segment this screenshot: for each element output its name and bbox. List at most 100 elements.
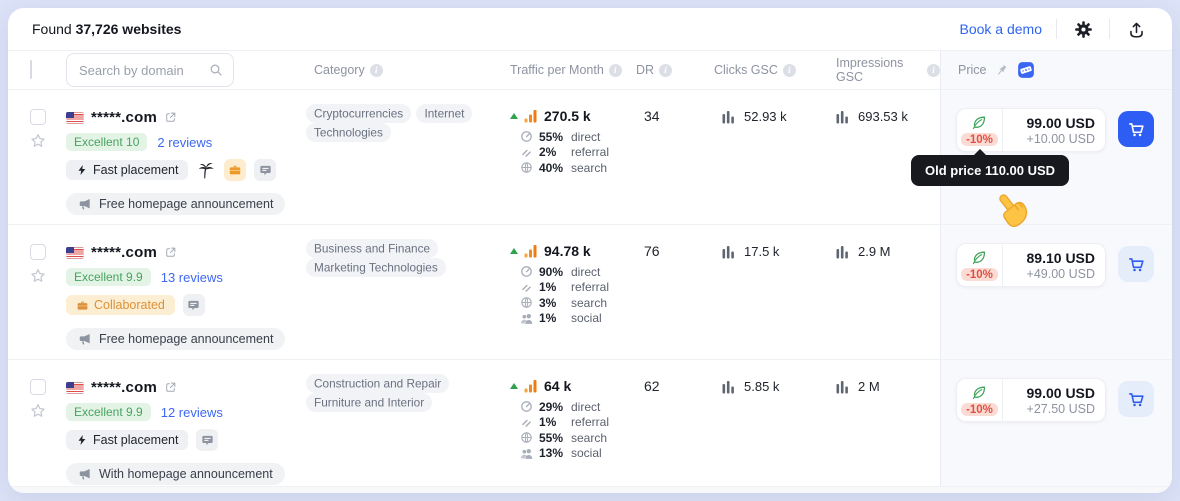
reviews-link[interactable]: 13 reviews: [161, 270, 223, 285]
breakdown-pct: 55%: [539, 129, 564, 144]
breakdown-label: search: [571, 160, 608, 175]
announcement-badge: Free homepage announcement: [66, 193, 286, 215]
info-icon[interactable]: [659, 63, 673, 77]
row-checkbox[interactable]: [30, 244, 46, 260]
breakdown-pct: 55%: [539, 430, 564, 445]
select-all-checkbox[interactable]: [30, 60, 32, 79]
globe-icon: [520, 161, 533, 174]
gauge-icon: [520, 130, 533, 143]
comment-icon[interactable]: [182, 294, 205, 316]
bar-chart-icon: [836, 380, 850, 394]
briefcase-icon[interactable]: [224, 159, 247, 181]
rating-badge: Excellent 9.9: [66, 268, 151, 286]
comment-icon[interactable]: [196, 429, 219, 451]
leaf-icon: [971, 384, 988, 401]
favorite-star-icon[interactable]: [29, 132, 47, 155]
breakdown-pct: 13%: [539, 446, 564, 461]
breakdown-label: referral: [571, 145, 610, 160]
price-cell: -10% 89.10 USD +49.00 USD: [940, 225, 1172, 359]
next-row-strip: [8, 486, 1172, 493]
add-to-cart-button[interactable]: [1118, 246, 1154, 282]
reviews-link[interactable]: 2 reviews: [157, 135, 212, 150]
clicks-cell: 52.93 k: [708, 90, 836, 224]
price-value: 89.10 USD: [1026, 249, 1095, 266]
favorite-star-icon[interactable]: [29, 267, 47, 290]
clicks-value: 5.85 k: [744, 379, 780, 394]
lightning-icon: [76, 164, 88, 176]
reviews-link[interactable]: 12 reviews: [161, 405, 223, 420]
book-demo-link[interactable]: Book a demo: [960, 21, 1043, 37]
cart-icon: [1127, 255, 1146, 274]
breakdown-label: direct: [571, 129, 601, 144]
briefcase-icon: [76, 299, 89, 312]
people-icon: [520, 312, 533, 325]
column-traffic: Traffic per Month: [510, 63, 604, 77]
triangle-up-icon: [510, 113, 518, 119]
breakdown-pct: 3%: [539, 295, 557, 310]
bar-chart-icon: [722, 245, 736, 259]
settings-button[interactable]: [1071, 17, 1095, 41]
domain-name[interactable]: *****.com: [91, 379, 157, 396]
breakdown-label: social: [571, 311, 602, 326]
link-icon: [520, 281, 533, 294]
traffic-cell: 94.78 k 90% direct 1% referral 3% search 1%…: [510, 225, 636, 359]
info-icon[interactable]: [608, 63, 622, 77]
info-icon[interactable]: [369, 63, 383, 77]
column-impressions-gsc: Impressions GSC: [836, 56, 904, 84]
us-flag-icon: [66, 111, 84, 124]
domain-name[interactable]: *****.com: [91, 109, 157, 126]
rating-badge: Excellent 9.9: [66, 403, 151, 421]
comment-icon[interactable]: [254, 159, 277, 181]
discount-badge[interactable]: -10%: [961, 133, 998, 146]
export-button[interactable]: [1124, 17, 1148, 41]
fast-placement-badge: Fast placement: [66, 430, 189, 450]
coupon-icon[interactable]: [1017, 61, 1035, 79]
external-link-icon[interactable]: [164, 246, 177, 259]
pointing-hand-icon: [991, 189, 1037, 240]
price-extra: +27.50 USD: [1026, 401, 1095, 416]
website-cell: *****.com Excellent 9.9 12 reviews Fast …: [66, 360, 306, 486]
domain-search: [66, 53, 234, 87]
cart-icon: [1127, 120, 1146, 139]
traffic-bars-icon: [524, 109, 538, 123]
discount-badge[interactable]: -10%: [961, 268, 998, 281]
external-link-icon[interactable]: [164, 111, 177, 124]
price-card: -10% 99.00 USD +10.00 USD: [956, 108, 1106, 152]
row-checkbox[interactable]: [30, 109, 46, 125]
pushpin-icon[interactable]: [994, 63, 1009, 78]
toolbar: Found 37,726 websites Book a demo: [8, 8, 1172, 50]
breakdown-pct: 2%: [539, 145, 557, 160]
gauge-icon: [520, 400, 533, 413]
upload-icon: [1127, 20, 1146, 39]
palm-tree-icon[interactable]: [196, 160, 216, 180]
triangle-up-icon: [510, 383, 518, 389]
info-icon[interactable]: [782, 63, 796, 77]
add-to-cart-button[interactable]: [1118, 111, 1154, 147]
add-to-cart-button[interactable]: [1118, 381, 1154, 417]
external-link-icon[interactable]: [164, 381, 177, 394]
people-icon: [520, 447, 533, 460]
breakdown-label: referral: [571, 280, 610, 295]
link-icon: [520, 416, 533, 429]
breakdown-pct: 40%: [539, 160, 564, 175]
fast-placement-badge: Fast placement: [66, 160, 189, 180]
leaf-icon: [971, 249, 988, 266]
info-icon[interactable]: [927, 63, 940, 77]
announcement-badge: Free homepage announcement: [66, 328, 286, 350]
column-dr: DR: [636, 63, 655, 77]
domain-name[interactable]: *****.com: [91, 244, 157, 261]
dr-value: 34: [644, 108, 660, 124]
found-strong: 37,726 websites: [75, 21, 182, 37]
category-pill: Business and Finance: [306, 238, 439, 258]
impressions-cell: 2.9 M: [836, 225, 940, 359]
discount-badge[interactable]: -10%: [961, 403, 998, 416]
bar-chart-icon: [836, 245, 850, 259]
favorite-star-icon[interactable]: [29, 402, 47, 425]
traffic-bars-icon: [524, 379, 538, 393]
impressions-value: 693.53 k: [858, 109, 908, 124]
breakdown-pct: 1%: [539, 415, 557, 430]
cart-icon: [1127, 390, 1146, 409]
row-checkbox[interactable]: [30, 379, 46, 395]
clicks-cell: 5.85 k: [708, 360, 836, 486]
us-flag-icon: [66, 381, 84, 394]
